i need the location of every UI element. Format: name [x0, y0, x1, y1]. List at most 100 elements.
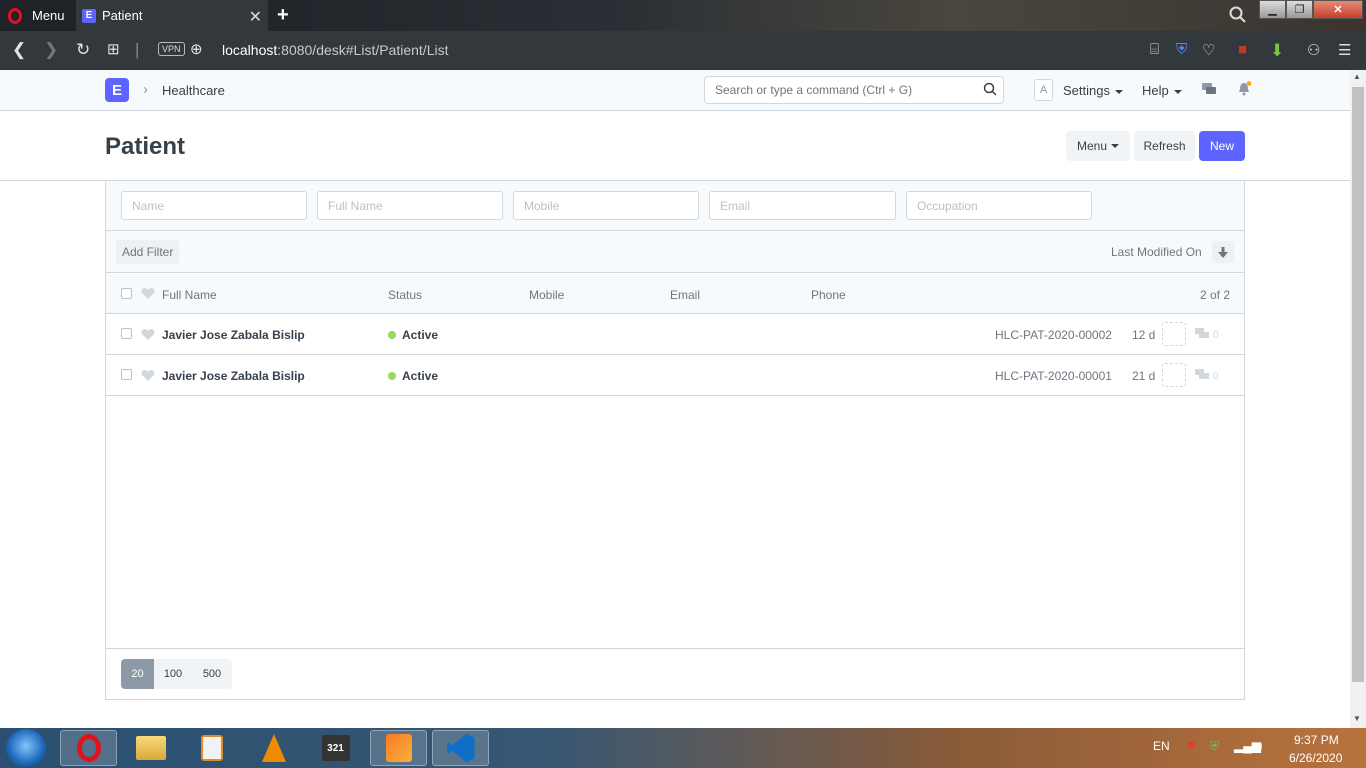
settings-caret-icon	[1114, 89, 1123, 94]
comment-icon	[1195, 328, 1209, 338]
sort-by-selector[interactable]: Last Modified On	[1111, 245, 1202, 259]
account-icon[interactable]: ⚇	[1307, 41, 1320, 59]
modified-age: 21 d	[1132, 369, 1156, 383]
status-badge[interactable]: Active	[402, 369, 438, 383]
action-center-flag-icon[interactable]: ⚑	[1186, 739, 1197, 753]
globe-icon: ⊕	[190, 41, 203, 58]
menu-button-label: Menu	[1076, 139, 1108, 153]
taskbar-media-player-icon[interactable]	[183, 730, 240, 766]
network-signal-icon[interactable]: ▂▄▆	[1234, 739, 1261, 753]
document-id: HLC-PAT-2020-00002	[995, 328, 1112, 342]
comment-count: 0	[1213, 371, 1219, 382]
column-header-status: Status	[388, 288, 423, 302]
address-bar	[0, 31, 1366, 70]
menu-caret-icon	[1111, 144, 1120, 148]
comment-icon	[1195, 369, 1209, 379]
window-controls: ▁ ❐ ✕	[1259, 0, 1363, 19]
url-host: localhost	[222, 42, 278, 58]
minimize-icon[interactable]: ▁	[1259, 0, 1286, 19]
app-logo[interactable]: E	[105, 78, 129, 102]
scroll-down-arrow-icon[interactable]: ▼	[1353, 714, 1361, 723]
filter-occupation-field[interactable]	[906, 191, 1092, 220]
opera-menu-button[interactable]: Menu	[0, 0, 76, 31]
reload-icon[interactable]: ↻	[76, 40, 90, 60]
filter-full-name-field[interactable]	[317, 191, 503, 220]
patient-full-name-link[interactable]: Javier Jose Zabala Bislip	[162, 369, 305, 383]
easy-setup-menu-icon[interactable]: ☰	[1338, 41, 1351, 59]
bookmark-heart-icon[interactable]: ♡	[1202, 41, 1215, 59]
adblock-shield-icon[interactable]: ⛨	[1176, 41, 1187, 58]
clock-date[interactable]: 6/26/2020	[1289, 751, 1342, 765]
page-size-500-button[interactable]: 500	[192, 659, 232, 689]
close-window-icon[interactable]: ✕	[1313, 0, 1363, 19]
status-badge[interactable]: Active	[402, 328, 438, 342]
column-header-email: Email	[670, 288, 701, 302]
liked-filter-heart-icon[interactable]	[141, 287, 155, 300]
filter-email-field[interactable]	[709, 191, 896, 220]
address-divider: |	[135, 40, 140, 59]
sort-order-button[interactable]	[1212, 241, 1234, 263]
help-dropdown[interactable]: Help	[1142, 83, 1182, 98]
settings-label: Settings	[1063, 83, 1110, 98]
security-shield-icon[interactable]: ⛨	[1210, 739, 1219, 754]
list-paging-area	[106, 648, 1244, 699]
scroll-up-arrow-icon[interactable]: ▲	[1353, 72, 1361, 81]
forward-icon[interactable]: ❯	[44, 40, 58, 60]
filter-mobile-field[interactable]	[513, 191, 699, 220]
restore-icon[interactable]: ❐	[1286, 0, 1313, 19]
patient-full-name-link[interactable]: Javier Jose Zabala Bislip	[162, 328, 305, 342]
browser-tab-patient[interactable]: E Patient ✕	[76, 0, 268, 31]
new-button[interactable]: New	[1199, 131, 1245, 161]
new-tab-icon[interactable]: +	[277, 4, 289, 27]
comment-count: 0	[1213, 330, 1219, 341]
media-player-icon	[200, 735, 223, 761]
assigned-avatar-placeholder	[1162, 322, 1186, 346]
snapshot-icon[interactable]: ⌸	[1150, 41, 1159, 58]
like-heart-icon[interactable]	[141, 369, 155, 382]
refresh-button[interactable]: Refresh	[1134, 131, 1195, 161]
like-heart-icon[interactable]	[141, 328, 155, 341]
back-icon[interactable]: ❮	[12, 40, 26, 60]
page-size-100-button[interactable]: 100	[154, 659, 192, 689]
select-all-checkbox[interactable]	[121, 288, 132, 299]
add-filter-button[interactable]: Add Filter	[116, 240, 180, 264]
taskbar-vlc-icon[interactable]	[245, 730, 302, 766]
url-path: :8080/desk#List/Patient/List	[277, 42, 449, 58]
breadcrumb-chevron-icon: ›	[143, 81, 148, 98]
menu-button[interactable]: Menu	[1066, 131, 1130, 161]
taskbar-vscode-icon[interactable]	[432, 730, 489, 766]
taskbar-opera-icon[interactable]	[60, 730, 117, 766]
folder-icon	[135, 736, 166, 760]
sort-descending-icon	[1218, 246, 1228, 258]
extension-cube-icon[interactable]: ■	[1238, 41, 1247, 58]
language-indicator[interactable]: EN	[1153, 739, 1170, 753]
tab-title: Patient	[102, 8, 143, 23]
taskbar-explorer-icon[interactable]	[122, 730, 179, 766]
url-field[interactable]: localhost:8080/desk#List/Patient/List	[222, 42, 449, 58]
volume-icon[interactable]: 🔈︎	[1258, 739, 1265, 754]
filter-name-field[interactable]	[121, 191, 307, 220]
page-size-20-button[interactable]: 20	[121, 659, 154, 689]
clock-time[interactable]: 9:37 PM	[1294, 733, 1339, 747]
download-arrow-icon[interactable]: ⬇	[1270, 41, 1284, 61]
notification-bell-icon[interactable]	[1236, 81, 1252, 97]
column-header-phone: Phone	[811, 288, 846, 302]
speed-dial-icon[interactable]: ⊞	[107, 40, 120, 58]
breadcrumb-healthcare[interactable]: Healthcare	[162, 83, 225, 98]
tab-close-icon[interactable]: ✕	[249, 7, 262, 27]
user-avatar[interactable]: A	[1034, 79, 1053, 101]
settings-dropdown[interactable]: Settings	[1063, 83, 1123, 98]
browser-search-icon[interactable]	[1229, 6, 1247, 24]
list-count: 2 of 2	[1200, 288, 1231, 302]
taskbar-xampp-icon[interactable]	[370, 730, 427, 766]
row-checkbox[interactable]	[121, 328, 132, 339]
search-icon[interactable]	[983, 82, 997, 96]
windows-start-button[interactable]	[6, 729, 46, 767]
scrollbar-thumb[interactable]	[1352, 87, 1364, 682]
search-input[interactable]	[715, 77, 975, 103]
opera-icon	[76, 734, 101, 762]
taskbar-mpc-icon[interactable]: 321	[307, 730, 364, 766]
vpn-badge[interactable]: VPN	[158, 42, 185, 56]
chat-icon[interactable]	[1201, 81, 1217, 97]
row-checkbox[interactable]	[121, 369, 132, 380]
